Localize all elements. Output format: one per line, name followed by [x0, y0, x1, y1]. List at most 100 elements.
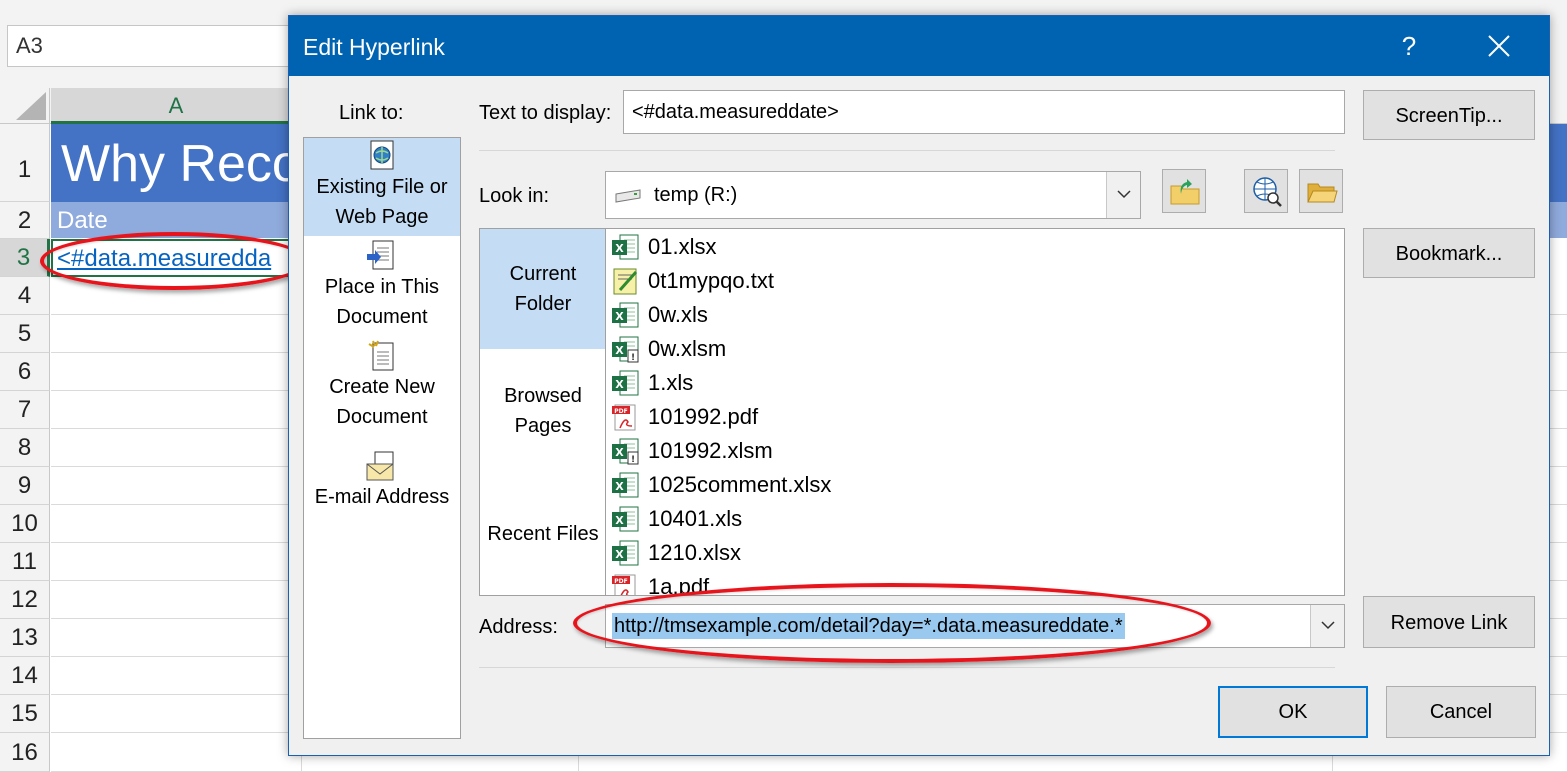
- link-to-bar: Existing File or Web Page Place in This …: [303, 137, 461, 739]
- svg-text:X: X: [615, 514, 624, 527]
- row-header[interactable]: 4: [0, 277, 50, 315]
- file-list-item[interactable]: X 01.xlsx: [610, 230, 1310, 264]
- row-header[interactable]: 10: [0, 505, 50, 543]
- link-to-item-line2: Document: [336, 306, 428, 328]
- browse-file-button[interactable]: [1299, 169, 1343, 213]
- row-header[interactable]: 15: [0, 695, 50, 733]
- excel-icon: X: [610, 538, 640, 573]
- address-label: Address:: [479, 616, 558, 638]
- file-name: 1210.xlsx: [648, 540, 741, 565]
- annotation-ellipse-address: [573, 583, 1211, 663]
- place-in-document-icon: [367, 240, 394, 270]
- tab-browsed-pages[interactable]: Browsed Pages: [480, 349, 606, 469]
- link-to-place-in-document[interactable]: Place in This Document: [304, 238, 460, 336]
- tab-line1: Current: [509, 263, 577, 285]
- column-header-a[interactable]: A: [51, 88, 301, 124]
- excel-icon: X: [610, 232, 640, 267]
- link-to-item-line1: Create New: [329, 376, 435, 398]
- up-one-folder-button[interactable]: [1162, 169, 1206, 213]
- address-dropdown-arrow[interactable]: [1310, 605, 1344, 647]
- file-name: 0w.xls: [648, 302, 708, 327]
- row-header[interactable]: 16: [0, 733, 50, 772]
- cell-a1-title[interactable]: Why Reco: [51, 124, 311, 202]
- link-to-existing-file[interactable]: Existing File or Web Page: [304, 138, 460, 236]
- link-to-item-line2: Web Page: [335, 206, 429, 228]
- up-folder-icon: [1170, 179, 1200, 205]
- file-list-item[interactable]: X! 101992.xlsm: [610, 434, 1310, 468]
- tab-current-folder[interactable]: Current Folder: [480, 229, 606, 349]
- file-list-item[interactable]: 0t1mypqo.txt: [610, 264, 1310, 298]
- row-header[interactable]: 9: [0, 467, 50, 505]
- tab-line2: Folder: [514, 293, 572, 315]
- file-list-item[interactable]: X 1.xls: [610, 366, 1310, 400]
- svg-text:X: X: [615, 378, 624, 391]
- row-header[interactable]: 7: [0, 391, 50, 429]
- browse-web-button[interactable]: [1244, 169, 1288, 213]
- svg-text:!: !: [631, 353, 635, 363]
- excel-icon: X: [610, 300, 640, 335]
- svg-text:PDF: PDF: [614, 408, 627, 415]
- row-header[interactable]: 5: [0, 315, 50, 353]
- file-list[interactable]: X 01.xlsx 0t1mypqo.txt X 0w.xls X! 0w.xlsm X 1.x…: [605, 228, 1345, 596]
- look-in-value: temp (R:): [654, 184, 738, 206]
- close-button[interactable]: [1469, 16, 1529, 76]
- row-header[interactable]: 11: [0, 543, 50, 581]
- file-list-item[interactable]: X 0w.xls: [610, 298, 1310, 332]
- row-header[interactable]: 12: [0, 581, 50, 619]
- row-header[interactable]: 8: [0, 429, 50, 467]
- tab-recent-files[interactable]: Recent Files: [480, 469, 606, 595]
- dialog-title-bar[interactable]: Edit Hyperlink ?: [289, 16, 1549, 76]
- tab-line1: Browsed: [504, 385, 582, 407]
- help-button[interactable]: ?: [1379, 16, 1439, 76]
- chevron-down-icon: [1117, 190, 1131, 199]
- text-to-display-input[interactable]: <#data.measureddate>: [623, 90, 1345, 134]
- tab-line1: Recent Files: [487, 523, 599, 545]
- file-list-item[interactable]: X 1025comment.xlsx: [610, 468, 1310, 502]
- file-list-item[interactable]: X 10401.xls: [610, 502, 1310, 536]
- file-list-item[interactable]: X 1210.xlsx: [610, 536, 1310, 570]
- link-to-email-address[interactable]: E-mail Address: [304, 448, 460, 518]
- link-to-item-line1: E-mail Address: [314, 486, 450, 508]
- dialog-title: Edit Hyperlink: [303, 34, 445, 60]
- file-name: 0w.xlsm: [648, 336, 727, 361]
- location-tabs: Current Folder Browsed Pages Recent File…: [479, 228, 606, 596]
- file-name: 101992.pdf: [648, 404, 759, 429]
- existing-file-web-icon: [370, 140, 394, 170]
- browse-web-icon: [1253, 177, 1282, 207]
- select-all-triangle-icon: [16, 92, 46, 120]
- link-to-item-line1: Existing File or: [316, 176, 448, 198]
- file-list-item[interactable]: PDF 101992.pdf: [610, 400, 1310, 434]
- remove-link-button[interactable]: Remove Link: [1363, 596, 1535, 648]
- new-document-icon: [368, 340, 394, 371]
- name-box[interactable]: A3: [7, 25, 307, 67]
- open-folder-icon: [1307, 183, 1338, 203]
- link-to-create-new-document[interactable]: Create New Document: [304, 338, 460, 436]
- svg-text:X: X: [615, 446, 624, 459]
- separator: [479, 150, 1335, 151]
- link-to-label: Link to:: [339, 102, 404, 124]
- bookmark-button[interactable]: Bookmark...: [1363, 228, 1535, 278]
- file-name: 1025comment.xlsx: [648, 472, 832, 497]
- excel-icon: X: [610, 368, 640, 403]
- chevron-down-icon: [1321, 621, 1335, 630]
- svg-text:X: X: [615, 480, 624, 493]
- pdf-icon: PDF: [610, 572, 640, 595]
- ok-button[interactable]: OK: [1218, 686, 1368, 738]
- row-header[interactable]: 1: [0, 124, 50, 202]
- pdf-icon: PDF: [610, 402, 640, 437]
- screentip-button[interactable]: ScreenTip...: [1363, 90, 1535, 140]
- excel-icon: X: [610, 504, 640, 539]
- excel-icon: X: [610, 470, 640, 505]
- cancel-button[interactable]: Cancel: [1386, 686, 1536, 738]
- row-header[interactable]: 6: [0, 353, 50, 391]
- svg-text:X: X: [615, 310, 624, 323]
- excel-macro-icon: X!: [610, 334, 640, 369]
- separator: [479, 667, 1335, 668]
- svg-text:X: X: [615, 548, 624, 561]
- row-header[interactable]: 2: [0, 202, 50, 239]
- row-header[interactable]: 13: [0, 619, 50, 657]
- row-header[interactable]: 14: [0, 657, 50, 695]
- file-list-item[interactable]: X! 0w.xlsm: [610, 332, 1310, 366]
- look-in-dropdown-arrow[interactable]: [1106, 172, 1140, 218]
- look-in-combo[interactable]: temp (R:): [605, 171, 1141, 219]
